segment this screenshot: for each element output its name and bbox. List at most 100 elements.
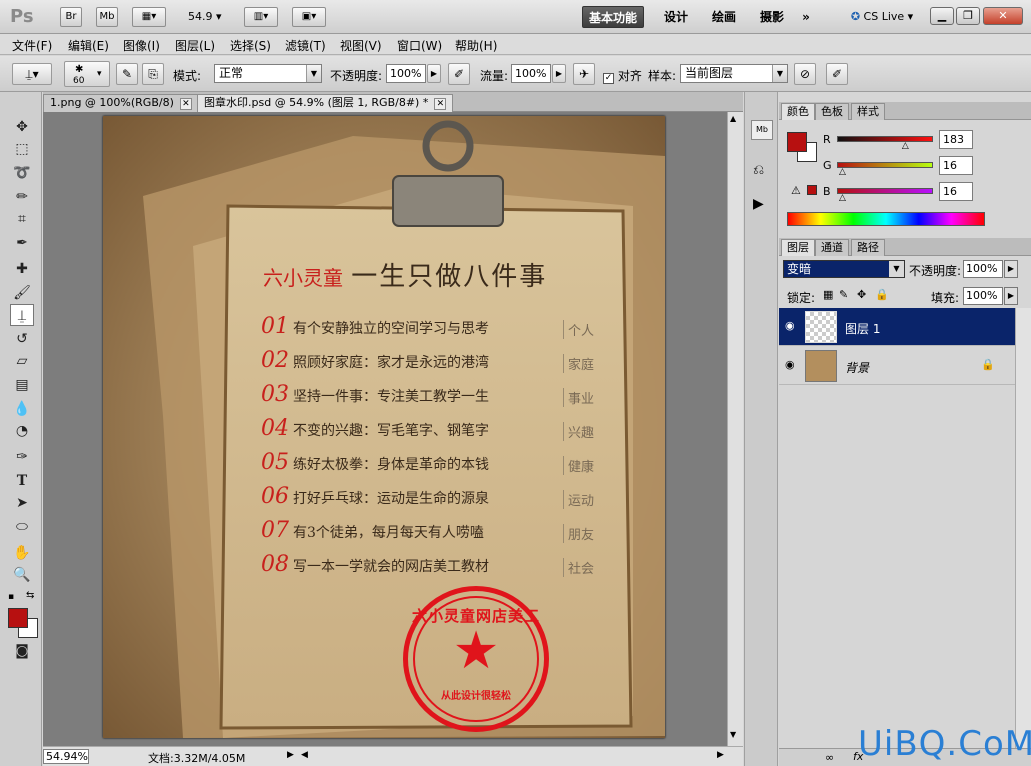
clone-stamp-tool[interactable]: ⍊	[10, 304, 34, 326]
bridge-button[interactable]: Br	[60, 7, 82, 27]
brush-preset-picker[interactable]: ✱ 60 ▾	[64, 61, 110, 87]
tab-channels[interactable]: 通道	[815, 239, 849, 256]
flow-input[interactable]: 100%	[511, 64, 551, 83]
dodge-tool[interactable]: ◔	[10, 420, 34, 442]
quick-select-tool[interactable]: ✏	[10, 186, 34, 208]
scroll-left-icon[interactable]: ◀	[301, 750, 308, 760]
tab-swatches[interactable]: 色板	[815, 103, 849, 120]
default-colors-icon[interactable]: ▪	[8, 592, 14, 602]
size-pressure-button[interactable]: ✐	[826, 63, 848, 85]
cs-live-button[interactable]: ✪ CS Live ▾	[842, 6, 922, 28]
workspace-painting[interactable]: 绘画	[704, 6, 744, 28]
menu-layer[interactable]: 图层(L)	[175, 37, 215, 54]
tab-paths[interactable]: 路径	[851, 239, 885, 256]
crop-tool[interactable]: ⌗	[10, 208, 34, 230]
blue-value-input[interactable]: 16	[939, 182, 973, 201]
mode-select[interactable]: 正常 ▼	[214, 64, 322, 83]
blend-mode-select[interactable]: 变暗 ▼	[783, 260, 905, 278]
eyedropper-tool[interactable]: ✒	[10, 232, 34, 254]
gamut-warning-icon[interactable]: ⚠	[791, 184, 801, 197]
menu-file[interactable]: 文件(F)	[12, 37, 52, 54]
menu-filter[interactable]: 滤镜(T)	[285, 37, 326, 54]
tool-preset-picker[interactable]: ⍊▾	[12, 63, 52, 85]
shape-tool[interactable]: ⬭	[10, 516, 34, 538]
quick-mask-button[interactable]: ◙	[10, 640, 34, 662]
history-brush-tool[interactable]: ↺	[10, 328, 34, 350]
ignore-adjustment-button[interactable]: ⊘	[794, 63, 816, 85]
gamut-color-swatch[interactable]	[807, 185, 817, 195]
lock-position-icon[interactable]: ✥	[857, 288, 866, 301]
opacity-slider-button[interactable]: ▶	[427, 64, 441, 83]
opacity-pressure-button[interactable]: ✐	[448, 63, 470, 85]
brush-tool[interactable]: 🖌	[10, 282, 34, 304]
menu-image[interactable]: 图像(I)	[123, 37, 160, 54]
close-icon[interactable]: ✕	[179, 98, 192, 110]
restore-button[interactable]: ❐	[956, 7, 980, 25]
airbrush-button[interactable]: ✈	[573, 63, 595, 85]
canvas[interactable]: 六小灵童 一生只做八件事 01 有个安静独立的空间学习与思考 个人 02 照顾好家庭：家…	[103, 116, 665, 738]
fill-input[interactable]: 100%	[963, 287, 1003, 305]
layers-scrollbar[interactable]	[1015, 308, 1031, 748]
arrange-documents-button[interactable]: ▥▾	[244, 7, 278, 27]
green-value-input[interactable]: 16	[939, 156, 973, 175]
aligned-checkbox[interactable]: ✓ 对齐	[603, 67, 642, 84]
pen-tool[interactable]: ✑	[10, 446, 34, 468]
fill-slider-button[interactable]: ▶	[1004, 287, 1018, 305]
layers-opacity-slider-button[interactable]: ▶	[1004, 260, 1018, 278]
history-panel-icon[interactable]: ⎌	[753, 162, 764, 178]
move-tool[interactable]: ✥	[10, 116, 34, 138]
close-button[interactable]: ✕	[983, 7, 1023, 25]
red-slider[interactable]: R △ 183	[819, 130, 1029, 152]
menu-select[interactable]: 选择(S)	[230, 37, 271, 54]
menu-help[interactable]: 帮助(H)	[455, 37, 497, 54]
lock-pixels-icon[interactable]: ✎	[839, 288, 848, 301]
type-tool[interactable]: T	[10, 470, 34, 492]
brush-panel-button[interactable]: ✎	[116, 63, 138, 85]
blue-slider[interactable]: B △ 16	[819, 182, 1029, 204]
blur-tool[interactable]: 💧	[10, 398, 34, 420]
workspace-essentials[interactable]: 基本功能	[582, 6, 644, 28]
more-workspaces-button[interactable]: »	[796, 6, 816, 28]
zoom-level-dropdown[interactable]: 54.9 ▾	[188, 10, 222, 23]
healing-brush-tool[interactable]: ✚	[10, 258, 34, 280]
link-icon[interactable]: ∞	[825, 751, 834, 764]
green-slider-thumb[interactable]: △	[839, 167, 846, 177]
minibridge-button[interactable]: Mb	[96, 7, 118, 27]
minibridge-panel-icon[interactable]: Mb	[751, 120, 773, 140]
tab-stamp-psd[interactable]: 图章水印.psd @ 54.9% (图层 1, RGB/8#) * ✕	[197, 94, 454, 112]
foreground-color-swatch[interactable]	[8, 608, 28, 628]
scroll-right-icon[interactable]: ▶	[717, 750, 724, 760]
green-slider[interactable]: G △ 16	[819, 156, 1029, 178]
scroll-down-icon[interactable]: ▼	[730, 730, 736, 739]
menu-edit[interactable]: 编辑(E)	[68, 37, 109, 54]
extras-button[interactable]: ▦▾	[132, 7, 166, 27]
opacity-input[interactable]: 100%	[386, 64, 426, 83]
workspace-photography[interactable]: 摄影	[752, 6, 792, 28]
vertical-scrollbar[interactable]: ▲ ▼	[727, 112, 743, 746]
tab-color[interactable]: 颜色	[781, 103, 815, 120]
lock-all-icon[interactable]: 🔒	[875, 288, 889, 301]
marquee-tool[interactable]: ⬚	[10, 138, 34, 160]
layer-row-layer1[interactable]: ◉ 图层 1	[779, 308, 1015, 346]
actions-panel-icon[interactable]: ▶	[753, 196, 764, 212]
menu-view[interactable]: 视图(V)	[340, 37, 382, 54]
minimize-button[interactable]: ▁	[930, 7, 954, 25]
color-panel-fg-swatch[interactable]	[787, 132, 807, 152]
lock-transparency-icon[interactable]: ▦	[823, 288, 833, 301]
swap-colors-icon[interactable]: ⇆	[26, 590, 34, 601]
eye-icon[interactable]: ◉	[785, 358, 795, 371]
menu-window[interactable]: 窗口(W)	[397, 37, 442, 54]
eraser-tool[interactable]: ▱	[10, 350, 34, 372]
scroll-up-icon[interactable]: ▲	[730, 114, 736, 123]
eye-icon[interactable]: ◉	[785, 319, 795, 332]
tab-layers[interactable]: 图层	[781, 239, 815, 256]
status-menu-arrow[interactable]: ▶	[287, 750, 294, 760]
blue-slider-thumb[interactable]: △	[839, 193, 846, 203]
color-spectrum-bar[interactable]	[787, 212, 985, 226]
flow-slider-button[interactable]: ▶	[552, 64, 566, 83]
close-icon[interactable]: ✕	[434, 98, 447, 110]
hand-tool[interactable]: ✋	[10, 542, 34, 564]
layers-opacity-input[interactable]: 100%	[963, 260, 1003, 278]
gradient-tool[interactable]: ▤	[10, 374, 34, 396]
sample-select[interactable]: 当前图层 ▼	[680, 64, 788, 83]
